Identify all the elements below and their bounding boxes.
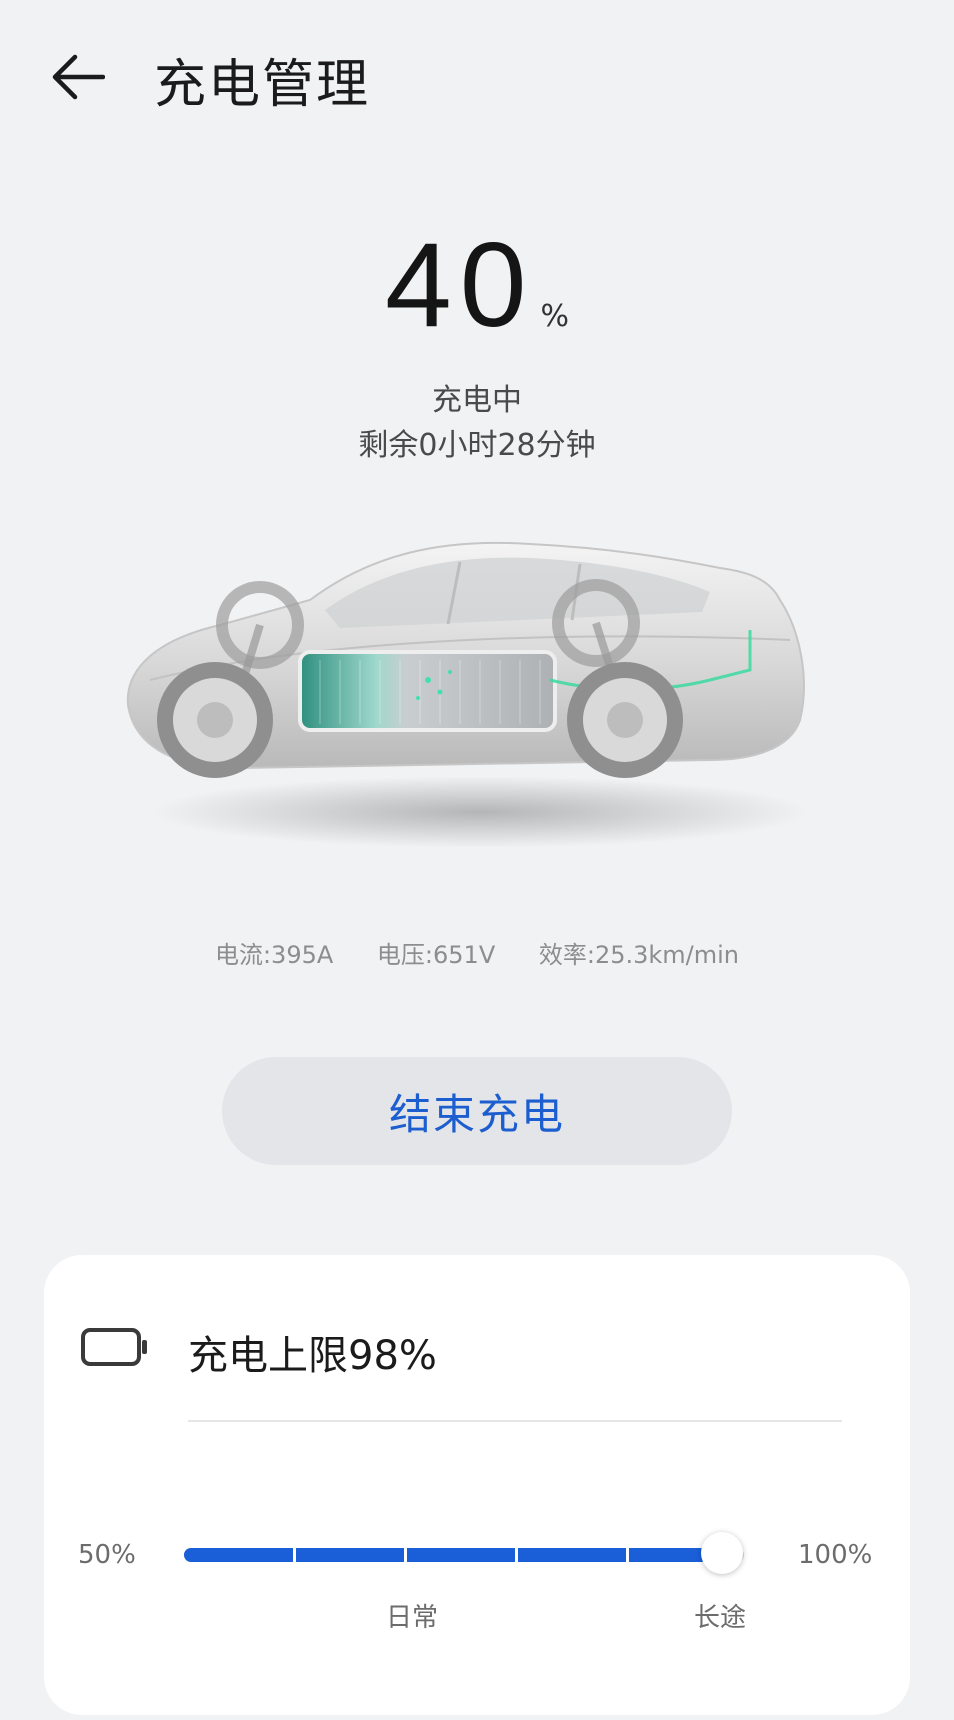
remaining-time: 剩余0小时28分钟 (358, 428, 596, 463)
slider-tick (404, 1548, 407, 1562)
slider-fill (184, 1548, 722, 1562)
slider-mark-long-trip: 长途 (694, 1603, 747, 1633)
slider-max-label: 100% (798, 1540, 873, 1570)
charging-state: 充电中 (432, 383, 522, 418)
slider-mark-daily: 日常 (386, 1603, 439, 1633)
charge-limit-card: 充电上限98% 50% 100% 日常 长途 (44, 1255, 910, 1715)
slider-min-label: 50% (78, 1540, 136, 1570)
charge-limit-slider[interactable] (184, 1548, 744, 1562)
page-title: 充电管理 (154, 55, 371, 115)
car-illustration (110, 520, 850, 880)
slider-tick (293, 1548, 296, 1562)
charge-percent-unit: % (540, 299, 569, 334)
charge-percent-value: 40 (385, 218, 535, 352)
end-charging-button[interactable]: 结束充电 (222, 1057, 732, 1165)
arrow-left-icon (52, 54, 105, 100)
slider-thumb[interactable] (700, 1532, 743, 1574)
metric-current: 电流:395A (214, 941, 334, 969)
charge-limit-title: 充电上限98% (188, 1333, 437, 1379)
charging-metrics: 电流:395A 电压:651V 效率:25.3km/min (0, 935, 954, 970)
app-header: 充电管理 (0, 0, 954, 150)
back-button[interactable] (44, 44, 110, 110)
metric-efficiency: 效率:25.3km/min (538, 941, 740, 969)
slider-tick (626, 1548, 629, 1562)
metric-voltage: 电压:651V (376, 941, 496, 969)
slider-tick (515, 1548, 518, 1562)
charge-level: 40% (0, 225, 954, 345)
car-image (126, 541, 810, 848)
divider (188, 1420, 842, 1422)
battery-icon (81, 1328, 147, 1366)
